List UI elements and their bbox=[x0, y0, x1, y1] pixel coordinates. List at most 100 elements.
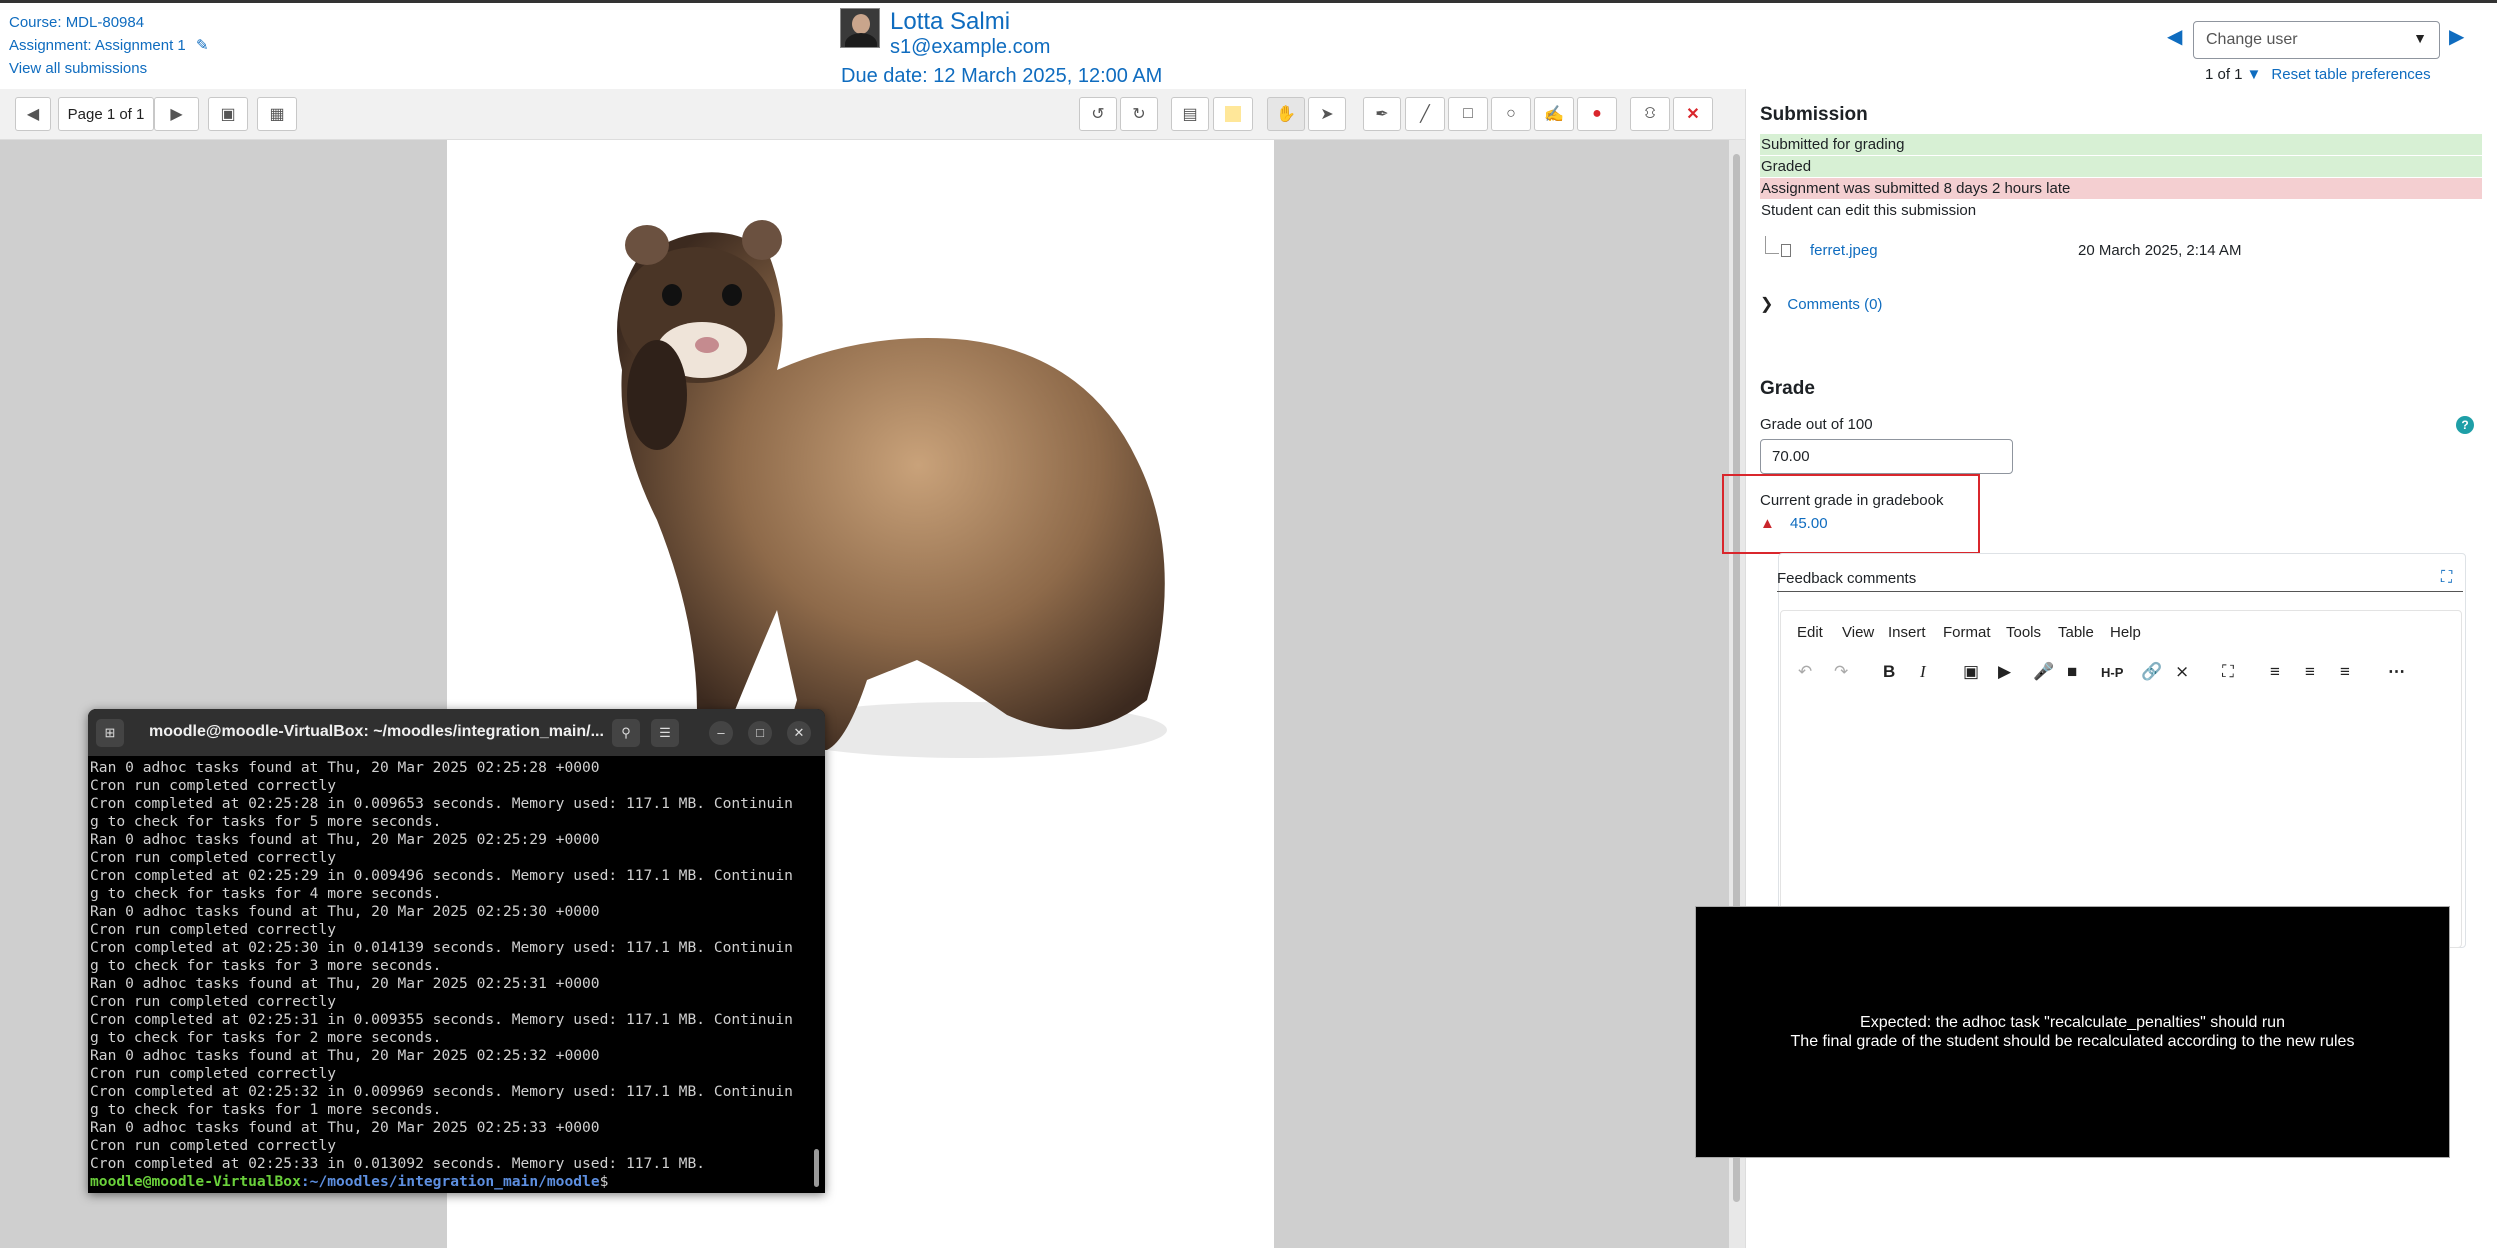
comments-link[interactable]: Comments (0) bbox=[1787, 296, 1882, 313]
terminal-line: g to check for tasks for 1 more seconds. bbox=[90, 1101, 442, 1118]
rotate-left-button[interactable]: ↺ bbox=[1079, 97, 1117, 131]
feedback-comments-label: Feedback comments bbox=[1777, 570, 1917, 587]
pan-tool-button[interactable]: ✋ bbox=[1267, 97, 1305, 131]
search-icon[interactable]: ⚲ bbox=[612, 719, 640, 747]
submission-file-link[interactable]: ferret.jpeg bbox=[1810, 242, 1878, 259]
stamp-tool-button[interactable]: ⛻ bbox=[1630, 97, 1670, 131]
pencil-icon[interactable]: ✎ bbox=[196, 37, 209, 54]
avatar[interactable] bbox=[840, 8, 880, 48]
undo-icon[interactable]: ↶ bbox=[1798, 662, 1812, 682]
terminal-title: moodle@moodle-VirtualBox: ~/moodles/inte… bbox=[149, 723, 604, 740]
search-comments-button[interactable]: ▣ bbox=[208, 97, 248, 131]
more-icon[interactable]: ⋯ bbox=[2388, 662, 2405, 682]
fullscreen-toggle-icon[interactable]: ⛶ bbox=[2222, 662, 2234, 682]
line-icon: ╱ bbox=[1420, 106, 1430, 123]
user-name-link[interactable]: Lotta Salmi bbox=[890, 8, 1010, 36]
terminal-output[interactable]: Ran 0 adhoc tasks found at Thu, 20 Mar 2… bbox=[90, 759, 810, 1191]
menu-tools[interactable]: Tools bbox=[2006, 624, 2041, 641]
terminal-line: Cron completed at 02:25:28 in 0.009653 s… bbox=[90, 795, 793, 812]
menu-edit[interactable]: Edit bbox=[1797, 624, 1823, 641]
terminal-line: Cron run completed correctly bbox=[90, 777, 337, 794]
annotation-color-button[interactable]: ● bbox=[1577, 97, 1617, 131]
select-tool-button[interactable]: ➤ bbox=[1308, 97, 1346, 131]
menu-insert[interactable]: Insert bbox=[1888, 624, 1926, 641]
terminal-prompt[interactable]: moodle@moodle-VirtualBox:~/moodles/integ… bbox=[90, 1173, 810, 1191]
oval-tool-button[interactable]: ○ bbox=[1491, 97, 1531, 131]
rotate-right-button[interactable]: ↻ bbox=[1120, 97, 1158, 131]
color-drop-icon: ● bbox=[1592, 105, 1602, 122]
terminal-line: Ran 0 adhoc tasks found at Thu, 20 Mar 2… bbox=[90, 1047, 600, 1064]
user-email-link[interactable]: s1@example.com bbox=[890, 36, 1050, 59]
top-border bbox=[0, 0, 2497, 3]
stamp-picker-button[interactable]: ✕ bbox=[1673, 97, 1713, 131]
close-icon[interactable]: ✕ bbox=[787, 721, 811, 745]
terminal-line: Ran 0 adhoc tasks found at Thu, 20 Mar 2… bbox=[90, 831, 600, 848]
hamburger-menu-icon[interactable]: ☰ bbox=[651, 719, 679, 747]
align-left-icon[interactable]: ≡ bbox=[2270, 662, 2280, 682]
file-date: 20 March 2025, 2:14 AM bbox=[2078, 242, 2242, 259]
reset-table-preferences-link[interactable]: Reset table preferences bbox=[2271, 66, 2430, 83]
media-icon[interactable]: ▶ bbox=[1998, 662, 2011, 682]
filter-icon[interactable]: ▼ bbox=[2247, 66, 2262, 83]
unlink-icon[interactable]: ⨯ bbox=[2175, 662, 2189, 682]
highlight-tool-button[interactable]: ✍ bbox=[1534, 97, 1574, 131]
status-graded: Graded bbox=[1760, 156, 2482, 177]
h5p-icon[interactable]: H-P bbox=[2101, 665, 2123, 680]
bold-icon[interactable]: B bbox=[1883, 662, 1895, 682]
previous-user-icon[interactable]: ◀ bbox=[2167, 24, 2182, 49]
italic-icon[interactable]: I bbox=[1920, 662, 1926, 682]
highlighter-icon: ✍ bbox=[1544, 106, 1564, 123]
align-right-icon[interactable]: ≡ bbox=[2340, 662, 2350, 682]
terminal-window[interactable]: ⊞ moodle@moodle-VirtualBox: ~/moodles/in… bbox=[88, 709, 825, 1193]
image-icon[interactable]: ▣ bbox=[1963, 662, 1979, 682]
rotate-right-icon: ↻ bbox=[1132, 106, 1146, 123]
previous-page-button[interactable]: ◀ bbox=[15, 97, 51, 131]
comment-color-button[interactable] bbox=[1213, 97, 1253, 131]
terminal-line: Cron run completed correctly bbox=[90, 849, 337, 866]
menu-table[interactable]: Table bbox=[2058, 624, 2094, 641]
menu-view[interactable]: View bbox=[1842, 624, 1874, 641]
minimize-icon[interactable]: – bbox=[709, 721, 733, 745]
help-icon[interactable]: ? bbox=[2456, 416, 2474, 434]
pen-icon: ✒ bbox=[1375, 106, 1389, 123]
terminal-line: Cron run completed correctly bbox=[90, 921, 337, 938]
terminal-titlebar[interactable]: ⊞ moodle@moodle-VirtualBox: ~/moodles/in… bbox=[88, 709, 825, 756]
menu-format[interactable]: Format bbox=[1943, 624, 1991, 641]
user-count: 1 of 1 ▼ Reset table preferences bbox=[2205, 66, 2431, 83]
microphone-icon[interactable]: 🎤 bbox=[2033, 662, 2054, 682]
expand-comments-button[interactable]: ▦ bbox=[257, 97, 297, 131]
hand-icon: ✋ bbox=[1276, 106, 1296, 123]
current-grade-value[interactable]: 45.00 bbox=[1790, 515, 1828, 532]
menu-help[interactable]: Help bbox=[2110, 624, 2141, 641]
link-icon[interactable]: 🔗 bbox=[2141, 662, 2162, 682]
line-tool-button[interactable]: ╱ bbox=[1405, 97, 1445, 131]
caption-line-2: The final grade of the student should be… bbox=[1790, 1033, 2355, 1050]
rectangle-tool-button[interactable]: □ bbox=[1448, 97, 1488, 131]
arrow-right-icon: ▶ bbox=[170, 106, 183, 123]
terminal-line: Cron run completed correctly bbox=[90, 993, 337, 1010]
comment-tool-button[interactable]: ▤ bbox=[1171, 97, 1209, 131]
comments-toggle[interactable]: ❯ Comments (0) bbox=[1760, 294, 1882, 314]
page-select[interactable]: Page 1 of 1 bbox=[58, 97, 154, 131]
next-user-icon[interactable]: ▶ bbox=[2449, 24, 2464, 49]
change-user-select[interactable]: Change user ▼ bbox=[2193, 21, 2440, 59]
maximize-icon[interactable]: □ bbox=[748, 721, 772, 745]
new-tab-icon[interactable]: ⊞ bbox=[96, 719, 124, 747]
fullscreen-icon[interactable]: ⛶ bbox=[2441, 569, 2452, 587]
assignment-link[interactable]: Assignment: Assignment 1 bbox=[9, 37, 186, 54]
video-camera-icon[interactable]: ■ bbox=[2067, 662, 2077, 682]
pen-tool-button[interactable]: ✒ bbox=[1363, 97, 1401, 131]
terminal-line: g to check for tasks for 3 more seconds. bbox=[90, 957, 442, 974]
view-all-submissions-link[interactable]: View all submissions bbox=[9, 60, 147, 77]
collapse-icon: ▦ bbox=[269, 106, 285, 123]
editor-area[interactable] bbox=[1780, 610, 2462, 948]
due-date: Due date: 12 March 2025, 12:00 AM bbox=[841, 65, 1163, 87]
terminal-scrollbar[interactable] bbox=[814, 1149, 819, 1187]
expected-result-caption: Expected: the adhoc task "recalculate_pe… bbox=[1695, 906, 2450, 1158]
grade-input[interactable] bbox=[1760, 439, 2013, 474]
redo-icon[interactable]: ↷ bbox=[1834, 662, 1848, 682]
align-center-icon[interactable]: ≡ bbox=[2305, 662, 2315, 682]
prompt-user: moodle@moodle-VirtualBox bbox=[90, 1173, 301, 1190]
course-link[interactable]: Course: MDL-80984 bbox=[9, 14, 144, 31]
next-page-button[interactable]: ▶ bbox=[154, 97, 199, 131]
